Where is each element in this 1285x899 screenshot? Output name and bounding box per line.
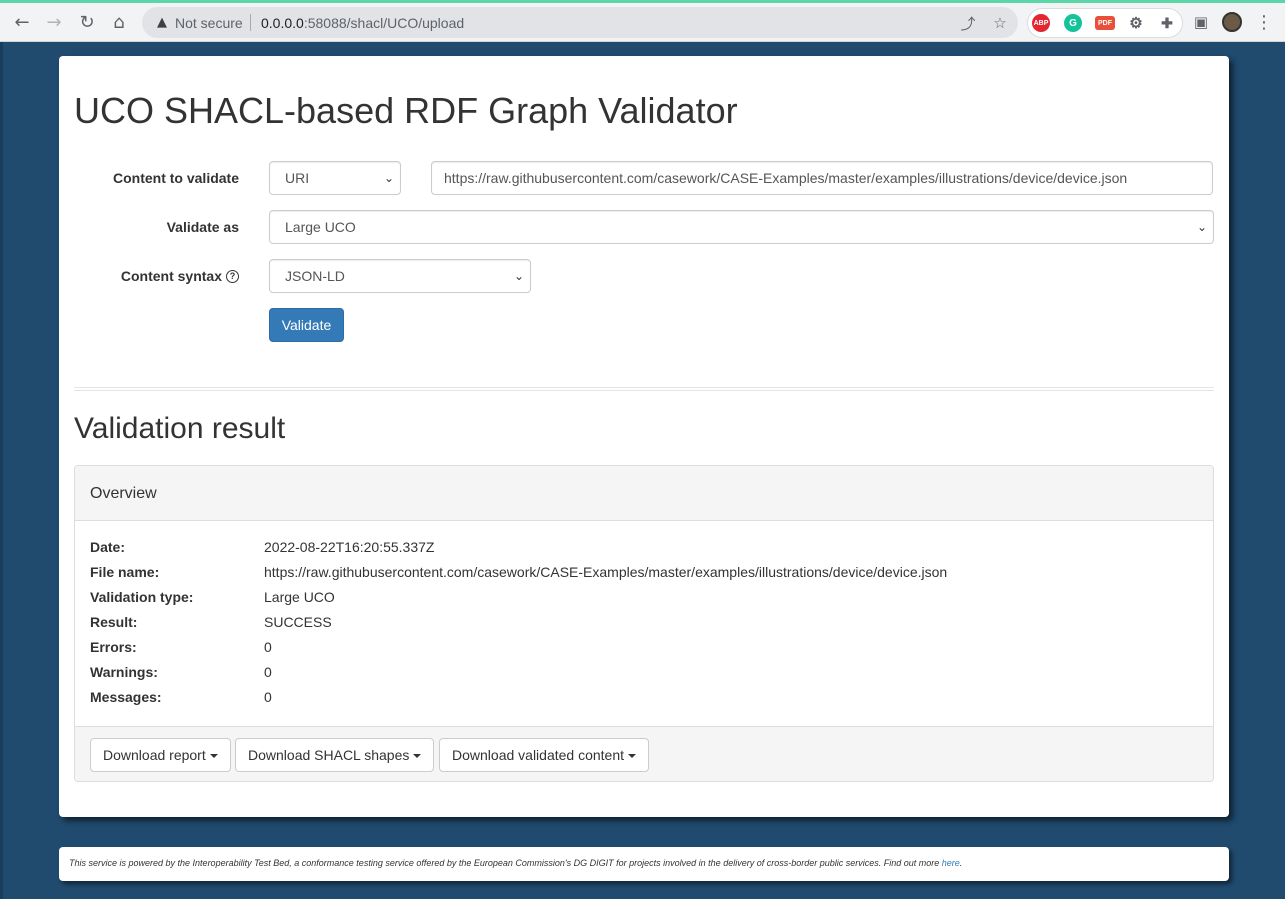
date-value: 2022-08-22T16:20:55.337Z: [264, 539, 435, 555]
messages-label: Messages:: [90, 689, 162, 705]
settings-gear-icon[interactable]: ⚙: [1127, 14, 1145, 32]
security-label[interactable]: Not secure: [175, 15, 243, 31]
overview-footer: Download report Download SHACL shapes Do…: [75, 726, 1213, 781]
content-syntax-label: Content syntax ?: [121, 268, 239, 284]
avatar[interactable]: [1219, 9, 1245, 35]
url-host: 0.0.0.0: [261, 15, 304, 31]
main-panel: UCO SHACL-based RDF Graph Validator Cont…: [59, 56, 1229, 817]
validate-as-value: Large UCO: [285, 219, 356, 235]
page-footer: This service is powered by the Interoper…: [59, 847, 1229, 881]
errors-value: 0: [264, 639, 272, 655]
validate-as-select[interactable]: Large UCO ⌄: [269, 210, 1214, 244]
content-type-value: URI: [285, 170, 310, 186]
url-path: :58088/shacl/UCO/upload: [303, 15, 465, 31]
result-label: Result:: [90, 614, 138, 630]
download-validated-content-button[interactable]: Download validated content: [439, 738, 650, 772]
footer-tail: .: [959, 858, 963, 868]
caret-down-icon: [413, 754, 422, 759]
forward-icon[interactable]: →: [41, 9, 67, 35]
url-text[interactable]: 0.0.0.0:58088/shacl/UCO/upload: [261, 15, 464, 31]
content-syntax-value: JSON-LD: [285, 268, 345, 284]
messages-value: 0: [264, 689, 272, 705]
date-label: Date:: [90, 539, 126, 555]
footer-here-link[interactable]: here: [942, 858, 960, 868]
browser-toolbar: ← → ↻ ⌂ ▲ Not secure 0.0.0.0:58088/shacl…: [0, 0, 1285, 42]
grammarly-icon[interactable]: G: [1064, 14, 1082, 32]
chevron-down-icon: ⌄: [383, 171, 394, 185]
home-icon[interactable]: ⌂: [106, 9, 132, 35]
chevron-down-icon: ⌄: [513, 269, 524, 283]
result-value: SUCCESS: [264, 614, 332, 630]
warnings-value: 0: [264, 664, 272, 680]
chevron-down-icon: ⌄: [1196, 220, 1207, 234]
validate-as-label: Validate as: [166, 219, 239, 235]
bookmark-star-icon[interactable]: ☆: [989, 12, 1011, 34]
validation-type-label: Validation type:: [90, 589, 194, 605]
download-report-button[interactable]: Download report: [90, 738, 231, 772]
extensions-tray: ABP G PDF ⚙ ✚: [1027, 8, 1183, 38]
content-uri-input[interactable]: https://raw.githubusercontent.com/casewo…: [431, 161, 1213, 195]
content-syntax-select[interactable]: JSON-LD ⌄: [269, 259, 531, 293]
download-report-label: Download report: [103, 747, 206, 763]
pdf-extension-icon[interactable]: PDF: [1095, 16, 1115, 30]
address-separator: [250, 14, 251, 31]
overview-title: Overview: [90, 485, 157, 502]
validation-type-value: Large UCO: [264, 589, 335, 605]
footer-text: This service is powered by the Interoper…: [69, 858, 962, 868]
file-name-value: https://raw.githubusercontent.com/casewo…: [264, 564, 948, 580]
overview-header: Overview: [75, 466, 1213, 521]
warning-icon[interactable]: ▲: [153, 13, 171, 31]
help-icon[interactable]: ?: [226, 269, 239, 283]
back-icon[interactable]: ←: [9, 9, 35, 35]
content-syntax-text: Content syntax: [120, 268, 222, 284]
validate-button[interactable]: Validate: [269, 308, 344, 342]
puzzle-icon[interactable]: ✚: [1158, 14, 1176, 32]
caret-down-icon: [628, 754, 637, 759]
window-edge: [0, 42, 3, 899]
content-type-select[interactable]: URI ⌄: [269, 161, 401, 195]
more-menu-icon[interactable]: ⋮: [1251, 9, 1277, 35]
footer-description: This service is powered by the Interoper…: [69, 858, 942, 868]
download-shapes-label: Download SHACL shapes: [248, 747, 410, 763]
share-icon[interactable]: ⤴: [957, 12, 979, 34]
errors-label: Errors:: [90, 639, 137, 655]
page-title: UCO SHACL-based RDF Graph Validator: [74, 90, 738, 131]
side-panel-icon[interactable]: ▣: [1188, 9, 1214, 35]
validation-result-title: Validation result: [74, 412, 286, 445]
file-name-label: File name:: [90, 564, 160, 580]
adblock-icon[interactable]: ABP: [1032, 14, 1050, 32]
download-content-label: Download validated content: [452, 747, 625, 763]
overview-panel: Overview Date: 2022-08-22T16:20:55.337Z …: [74, 465, 1214, 782]
address-bar[interactable]: ▲ Not secure 0.0.0.0:58088/shacl/UCO/upl…: [142, 7, 1018, 38]
download-shacl-shapes-button[interactable]: Download SHACL shapes: [235, 738, 435, 772]
caret-down-icon: [209, 754, 218, 759]
reload-icon[interactable]: ↻: [74, 9, 100, 35]
content-to-validate-label: Content to validate: [112, 170, 239, 186]
warnings-label: Warnings:: [90, 664, 158, 680]
section-divider: [74, 387, 1214, 391]
